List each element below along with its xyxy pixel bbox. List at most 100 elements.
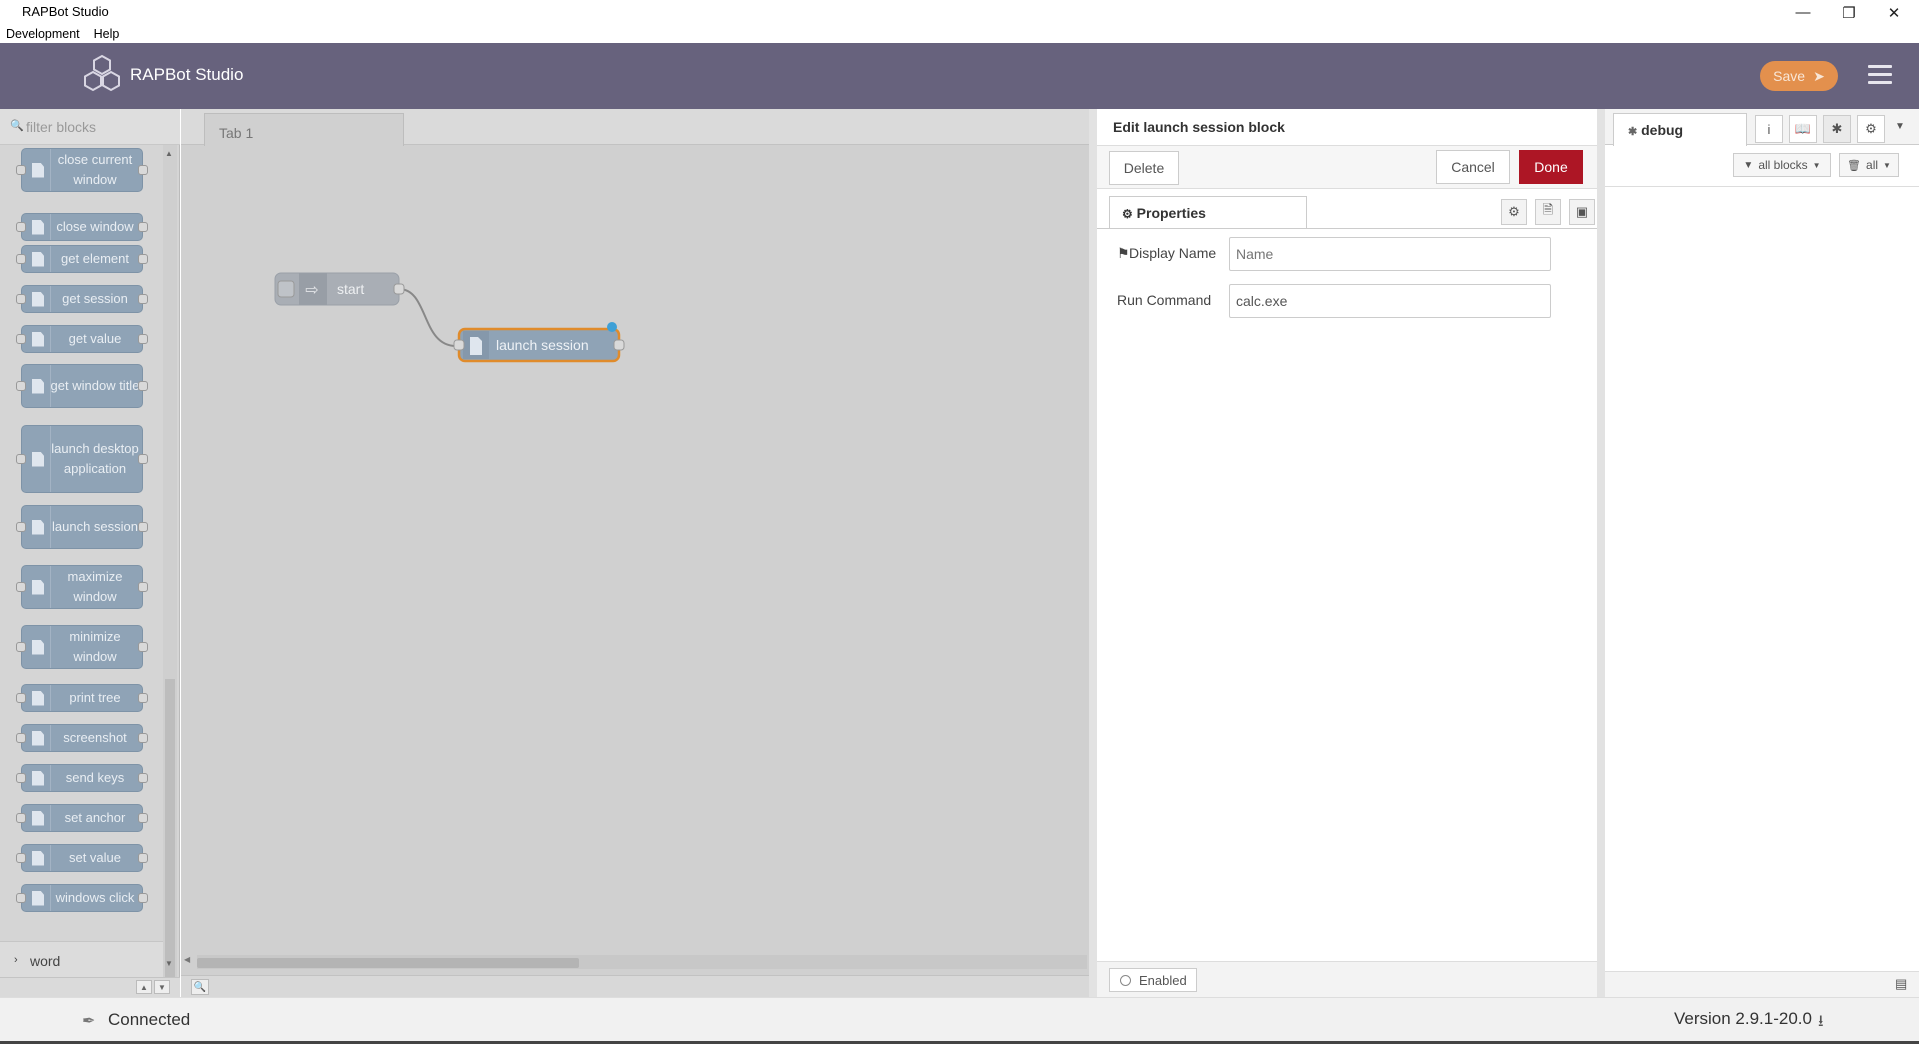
filter-icon: ▼ <box>1743 159 1754 171</box>
chevron-down-icon[interactable]: ▼ <box>1895 121 1905 132</box>
search-flows-icon[interactable]: 🔍 <box>191 979 209 995</box>
save-button[interactable]: Save ➤ <box>1760 61 1838 91</box>
palette-block-label: get window title <box>50 378 140 393</box>
palette-block[interactable]: get value <box>16 325 148 353</box>
title-bar: RAPBot Studio — ❐ ✕ <box>0 0 1919 25</box>
palette-block[interactable]: send keys <box>16 764 148 792</box>
workspace-footer: 🔍 <box>181 975 1089 997</box>
plug-icon: ✒ <box>82 1013 96 1030</box>
scroll-up-icon[interactable]: ▲ <box>165 149 173 158</box>
minimize-icon[interactable]: — <box>1780 0 1826 25</box>
tab-debug[interactable]: ✱ debug <box>1613 113 1747 146</box>
palette-block[interactable]: close window <box>16 213 148 241</box>
gear-icon: ⚙ <box>1122 207 1133 221</box>
node-start-label: start <box>337 281 364 297</box>
flow-workspace[interactable]: Tab 1 ⇨ start launch session ◀ 🔍 <box>181 109 1089 997</box>
debug-tab-label: debug <box>1641 122 1684 138</box>
node-start[interactable]: ⇨ start <box>274 272 405 306</box>
connection-status: Connected <box>108 1010 191 1029</box>
palette-block-label: set anchor <box>64 810 126 825</box>
done-button[interactable]: Done <box>1519 150 1583 184</box>
workspace-hscroll-thumb[interactable] <box>197 958 579 968</box>
scroll-left-icon[interactable]: ◀ <box>184 955 190 964</box>
filter-blocks-label: all blocks <box>1758 158 1808 172</box>
settings-gear-icon[interactable]: ⚙ <box>1501 199 1527 225</box>
palette-block[interactable]: set value <box>16 844 148 872</box>
palette-block[interactable]: get window title <box>16 364 148 408</box>
sidebar: ✱ debug i 📖 ✱ ⚙ ▼ ▼ all blocks ▼ 🗑 all ▼… <box>1597 109 1919 997</box>
tab-1[interactable]: Tab 1 <box>204 113 404 146</box>
palette-block-label: send keys <box>65 770 125 785</box>
restore-icon[interactable]: ❐ <box>1826 0 1872 25</box>
doc-icon <box>26 506 51 548</box>
palette-block-label: windows click <box>55 890 135 905</box>
palette-block[interactable]: maximize window <box>16 565 148 609</box>
clear-label: all <box>1866 158 1879 172</box>
workspace-canvas[interactable]: ⇨ start launch session <box>181 145 1089 953</box>
doc-icon <box>26 326 51 352</box>
palette-block-label: close window <box>56 219 134 234</box>
category-word-label: word <box>30 953 61 969</box>
clear-select[interactable]: 🗑 all ▼ <box>1839 153 1899 177</box>
node-button[interactable] <box>277 280 295 298</box>
palette-block[interactable]: launch session <box>16 505 148 549</box>
display-name-input[interactable] <box>1229 237 1551 271</box>
palette-block-label: maximize window <box>67 569 123 604</box>
palette-block[interactable]: windows click <box>16 884 148 912</box>
run-command-input[interactable] <box>1229 284 1551 318</box>
properties-tab-label: Properties <box>1136 205 1206 221</box>
menu-development[interactable]: Development <box>6 27 80 41</box>
menu-bar: Development Help <box>0 25 1919 43</box>
category-word[interactable]: › word <box>0 941 163 977</box>
chevron-right-icon: › <box>14 954 18 966</box>
menu-icon[interactable] <box>1868 65 1892 87</box>
doc-icon <box>26 246 51 272</box>
book-icon[interactable]: 📖 <box>1789 115 1817 143</box>
palette-block[interactable]: close current window <box>16 148 148 192</box>
changed-indicator <box>607 322 617 332</box>
collapse-up-icon[interactable]: ▲ <box>136 980 152 994</box>
palette-block[interactable]: launch desktop application <box>16 425 148 493</box>
enabled-toggle[interactable]: Enabled <box>1109 968 1197 992</box>
appearance-icon[interactable]: ▣ <box>1569 199 1595 225</box>
collapse-down-icon[interactable]: ▼ <box>154 980 170 994</box>
gear-icon[interactable]: ⚙ <box>1857 115 1885 143</box>
node-launch-session[interactable]: launch session <box>453 322 625 363</box>
doc-icon <box>26 566 51 608</box>
sidebar-footer: ▤ <box>1605 971 1919 997</box>
brand-name: RAPBot Studio <box>130 65 244 84</box>
description-icon[interactable]: 🗎 <box>1535 199 1561 225</box>
caret-down-icon: ▼ <box>1883 160 1891 170</box>
delete-button[interactable]: Delete <box>1109 151 1179 185</box>
palette-footer: ▲ ▼ <box>0 977 180 997</box>
scroll-down-icon[interactable]: ▼ <box>165 959 173 968</box>
wire[interactable] <box>398 288 458 348</box>
palette-block-label: set value <box>68 850 122 865</box>
tab-properties[interactable]: ⚙ Properties <box>1109 196 1307 229</box>
palette-block-label: minimize window <box>69 629 121 664</box>
palette-block[interactable]: screenshot <box>16 724 148 752</box>
palette-block-label: get element <box>61 251 129 266</box>
palette-block[interactable]: print tree <box>16 684 148 712</box>
close-icon[interactable]: ✕ <box>1871 0 1917 25</box>
run-command-label: Run Command <box>1117 292 1212 308</box>
download-icon[interactable]: ⭳ <box>1818 1010 1824 1037</box>
filter-input[interactable]: 🔍 filter blocks <box>0 109 180 145</box>
palette-block-label: launch desktop application <box>51 441 139 476</box>
info-icon[interactable]: i <box>1755 115 1783 143</box>
palette-block[interactable]: minimize window <box>16 625 148 669</box>
debug-icon[interactable]: ✱ <box>1823 115 1851 143</box>
palette-block[interactable]: get session <box>16 285 148 313</box>
filter-blocks-select[interactable]: ▼ all blocks ▼ <box>1733 153 1831 177</box>
monitor-icon[interactable]: ▤ <box>1895 976 1907 992</box>
cancel-button[interactable]: Cancel <box>1436 150 1510 184</box>
palette-block-label: close current window <box>57 152 133 187</box>
doc-icon <box>26 805 51 831</box>
palette-block[interactable]: set anchor <box>16 804 148 832</box>
menu-help[interactable]: Help <box>94 27 120 41</box>
app-window: RAPBot Studio — ❐ ✕ Development Help RAPB… <box>0 0 1919 1044</box>
palette-block[interactable]: get element <box>16 245 148 273</box>
debug-toolbar: ▼ all blocks ▼ 🗑 all ▼ <box>1605 145 1919 187</box>
trash-icon: 🗑 <box>1847 159 1862 172</box>
doc-icon <box>26 149 51 191</box>
